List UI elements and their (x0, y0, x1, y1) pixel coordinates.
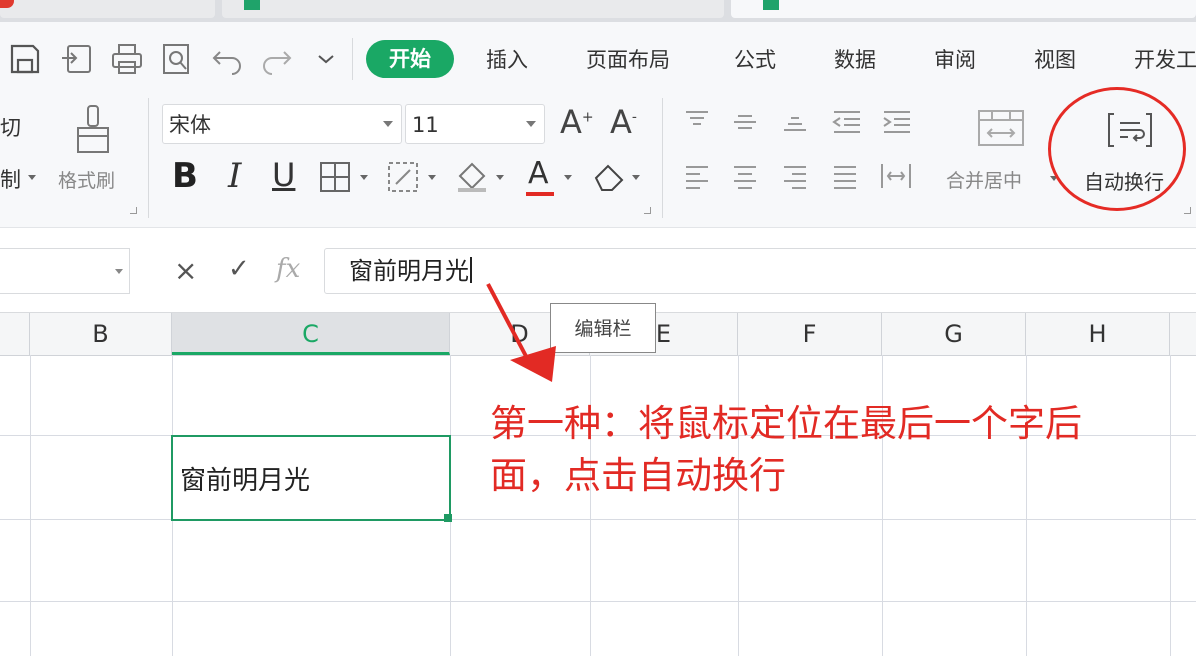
underline-button[interactable]: U (272, 156, 295, 194)
app-logo-icon (0, 0, 14, 8)
font-color-bar (526, 192, 554, 196)
highlight-circle (1048, 87, 1186, 211)
redo-icon[interactable] (260, 42, 294, 76)
group-launcher-icon[interactable] (644, 207, 651, 214)
tab-data[interactable]: 数据 (834, 44, 876, 74)
column-header-b[interactable]: B (30, 313, 172, 355)
window-tab-strip (0, 0, 1196, 22)
chevron-down-icon (526, 121, 536, 127)
decrease-font-size-button[interactable]: A- (610, 103, 637, 141)
font-size-value: 11 (412, 113, 439, 137)
font-color-letter: A (528, 156, 549, 191)
toolbar-divider (352, 38, 353, 80)
undo-icon[interactable] (210, 42, 244, 76)
column-header-g[interactable]: G (882, 313, 1026, 355)
borders-icon[interactable] (318, 160, 352, 194)
decrease-font-size-letter: A (610, 103, 632, 141)
font-name-select[interactable]: 宋体 (162, 104, 402, 144)
group-divider (662, 98, 663, 218)
annotation-text: 第一种：将鼠标定位在最后一个字后 面，点击自动换行 (490, 398, 1180, 502)
annotation-line-2: 面，点击自动换行 (490, 454, 786, 497)
annotation-line-1: 第一种：将鼠标定位在最后一个字后 (490, 402, 1082, 445)
spreadsheet-icon (244, 0, 260, 10)
align-top-icon[interactable] (684, 110, 710, 132)
tab-insert[interactable]: 插入 (486, 44, 528, 74)
align-center-icon[interactable] (732, 164, 758, 190)
column-header-a[interactable] (0, 313, 30, 355)
tab-page-layout[interactable]: 页面布局 (586, 44, 670, 74)
grid-line (0, 601, 1196, 602)
increase-font-size-button[interactable]: A+ (560, 103, 594, 141)
cell-style-icon[interactable] (386, 160, 422, 194)
italic-button[interactable]: I (228, 156, 241, 196)
tab-developer[interactable]: 开发工 (1134, 44, 1196, 74)
chevron-down-icon[interactable] (496, 175, 504, 180)
align-bottom-icon[interactable] (782, 110, 808, 134)
chevron-down-icon[interactable] (428, 175, 436, 180)
font-name-value: 宋体 (169, 113, 211, 137)
font-color-button[interactable]: A (528, 156, 549, 191)
print-icon[interactable] (110, 42, 144, 76)
active-cell-value: 窗前明月光 (180, 466, 311, 496)
cut-button[interactable]: 切 (0, 112, 21, 142)
format-painter-icon[interactable] (72, 104, 116, 156)
chevron-down-icon (115, 269, 123, 274)
tab-review[interactable]: 审阅 (934, 44, 976, 74)
name-box[interactable] (0, 248, 130, 294)
save-icon[interactable] (8, 42, 42, 76)
insert-function-button[interactable]: fx (276, 254, 300, 284)
tab-view[interactable]: 视图 (1034, 44, 1076, 74)
chevron-down-icon[interactable] (564, 175, 572, 180)
chevron-down-icon[interactable] (360, 175, 368, 180)
justify-icon[interactable] (832, 164, 858, 190)
font-size-select[interactable]: 11 (405, 104, 545, 144)
column-header-h[interactable]: H (1026, 313, 1170, 355)
cancel-edit-button[interactable]: × (174, 254, 197, 287)
merge-center-icon[interactable] (976, 108, 1026, 148)
merge-center-label[interactable]: 合并居中 (946, 166, 1022, 193)
chevron-down-icon[interactable] (632, 175, 640, 180)
chevron-down-icon (383, 121, 393, 127)
column-header-f[interactable]: F (738, 313, 882, 355)
formula-input-value: 窗前明月光 (349, 257, 469, 285)
format-painter-label[interactable]: 格式刷 (58, 166, 115, 193)
copy-dropdown-icon[interactable] (28, 175, 36, 180)
window-tab-3[interactable] (731, 0, 1196, 18)
export-icon[interactable] (60, 42, 96, 76)
window-tab-1[interactable] (0, 0, 215, 18)
confirm-edit-button[interactable]: ✓ (228, 254, 250, 284)
chevron-down-icon[interactable] (316, 52, 336, 66)
group-launcher-icon[interactable] (130, 207, 137, 214)
print-preview-icon[interactable] (160, 42, 194, 76)
fill-color-icon[interactable] (454, 158, 490, 194)
fill-handle[interactable] (444, 514, 452, 522)
align-left-icon[interactable] (684, 164, 710, 190)
decrease-indent-icon[interactable] (832, 110, 862, 134)
align-middle-icon[interactable] (732, 110, 758, 132)
increase-indent-icon[interactable] (882, 110, 912, 134)
bold-button[interactable]: B (172, 156, 198, 196)
annotation-arrow-icon (486, 283, 556, 382)
column-header-c[interactable]: C (172, 313, 450, 355)
distributed-align-icon[interactable] (880, 162, 912, 190)
align-right-icon[interactable] (782, 164, 808, 190)
spreadsheet-icon (763, 0, 779, 10)
tab-formulas[interactable]: 公式 (734, 44, 776, 74)
copy-button[interactable]: 制 (0, 164, 21, 194)
window-tab-2[interactable] (222, 0, 724, 18)
group-divider (148, 98, 149, 218)
tab-start[interactable]: 开始 (366, 40, 454, 78)
grid-line (30, 355, 31, 656)
formula-input[interactable]: 窗前明月光 (324, 248, 1196, 294)
group-launcher-icon[interactable] (1184, 207, 1191, 214)
increase-font-size-letter: A (560, 103, 582, 141)
clear-eraser-icon[interactable] (592, 160, 628, 192)
text-cursor (470, 257, 472, 283)
